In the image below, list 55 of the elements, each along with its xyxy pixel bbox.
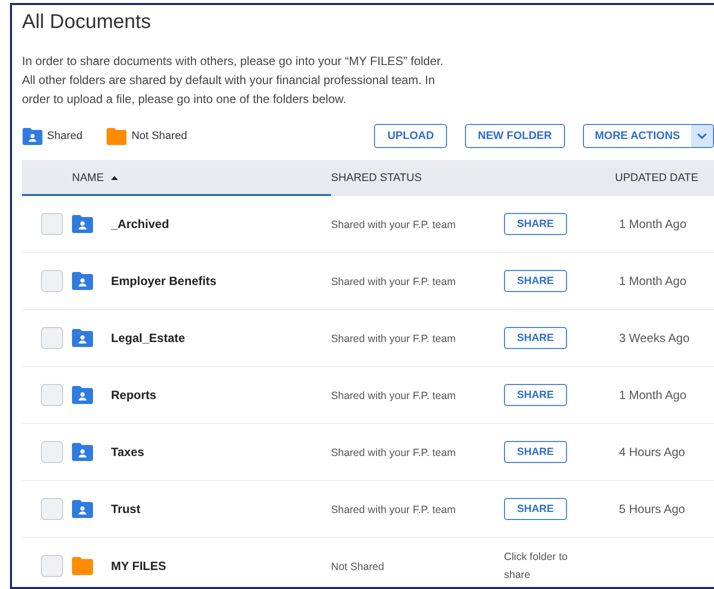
- shared-folder-icon: [72, 443, 93, 461]
- folder-icon: [106, 128, 128, 144]
- share-button[interactable]: SHARE: [504, 213, 567, 235]
- share-status: Shared with your F.P. team: [331, 447, 456, 459]
- legend-label: Shared: [47, 130, 82, 142]
- updated-date: 1 Month Ago: [619, 274, 686, 288]
- legend-label: Not Shared: [131, 130, 188, 142]
- action-button[interactable]: NEW FOLDER: [464, 124, 565, 148]
- share-status: Shared with your F.P. team: [331, 219, 456, 231]
- updated-date: 3 Weeks Ago: [619, 331, 690, 345]
- folder-name[interactable]: Legal_Estate: [111, 331, 186, 345]
- sort-up-icon[interactable]: [110, 176, 118, 180]
- updated-date: 5 Hours Ago: [619, 502, 686, 516]
- share-status: Not Shared: [331, 561, 384, 573]
- folder-name[interactable]: MY FILES: [111, 559, 166, 573]
- checkbox[interactable]: [41, 555, 63, 577]
- share-button[interactable]: SHARE: [504, 327, 567, 349]
- page-title: All Documents: [22, 11, 152, 34]
- updated-date: 4 Hours Ago: [619, 445, 686, 459]
- shared-folder-icon: [72, 215, 93, 233]
- checkbox[interactable]: [41, 498, 63, 520]
- folder-icon: [72, 557, 93, 575]
- share-status: Shared with your F.P. team: [331, 333, 456, 345]
- folder-name[interactable]: Trust: [111, 502, 140, 516]
- checkbox[interactable]: [41, 327, 63, 349]
- shared-folder-icon: [22, 128, 43, 144]
- folder-name[interactable]: Reports: [111, 388, 156, 402]
- folder-name[interactable]: Taxes: [111, 445, 144, 459]
- shared-folder-icon: [72, 386, 93, 404]
- action-button[interactable]: UPLOAD: [374, 124, 447, 148]
- shared-folder-icon: [72, 329, 93, 347]
- column-header[interactable]: UPDATED DATE: [615, 172, 698, 184]
- checkbox[interactable]: [41, 270, 63, 292]
- share-button[interactable]: SHARE: [504, 270, 567, 292]
- checkbox[interactable]: [41, 213, 63, 235]
- chevron-down-icon[interactable]: [697, 132, 707, 140]
- intro-text: In order to share documents with others, please go into your “MY FILES” folder. All other folders are shared by default with your financial professional team. In order to upload a file, please go into one of the folders below.: [22, 53, 444, 108]
- folder-name[interactable]: _Archived: [111, 217, 170, 231]
- updated-date: 1 Month Ago: [619, 217, 686, 231]
- hint-text: Click folder to share: [504, 550, 569, 583]
- share-button[interactable]: SHARE: [504, 498, 567, 520]
- checkbox[interactable]: [41, 384, 63, 406]
- checkbox[interactable]: [41, 441, 63, 463]
- more-actions-button[interactable]: MORE ACTIONS: [582, 124, 714, 148]
- shared-folder-icon: [72, 272, 93, 290]
- column-header[interactable]: NAME: [72, 172, 104, 184]
- shared-folder-icon: [72, 500, 93, 518]
- share-status: Shared with your F.P. team: [331, 390, 456, 402]
- updated-date: 1 Month Ago: [619, 388, 686, 402]
- share-button[interactable]: SHARE: [504, 441, 567, 463]
- column-header[interactable]: SHARED STATUS: [331, 172, 422, 184]
- share-button[interactable]: SHARE: [504, 384, 567, 406]
- share-status: Shared with your F.P. team: [331, 276, 456, 288]
- folder-name[interactable]: Employer Benefits: [111, 274, 216, 288]
- share-status: Shared with your F.P. team: [331, 504, 456, 516]
